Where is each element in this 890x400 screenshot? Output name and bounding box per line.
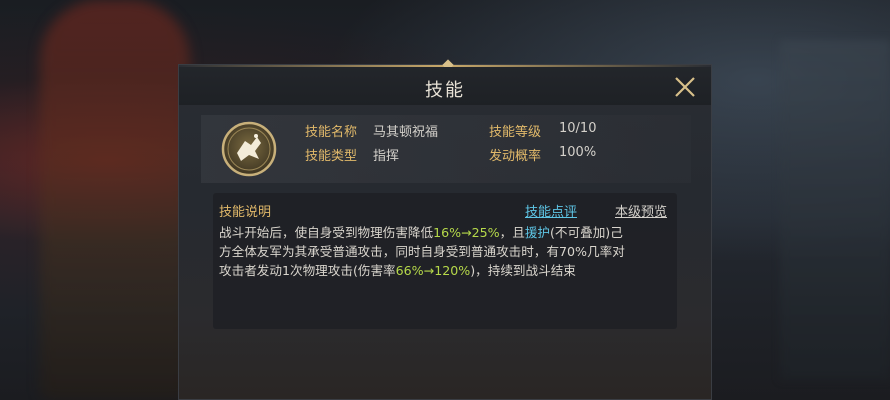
desc-line3-a: 攻击者发动1次物理攻击(伤害率 [219, 263, 396, 278]
skill-chance-value: 100% [559, 145, 597, 160]
close-icon [675, 77, 695, 97]
skill-level-label: 技能等级 [489, 125, 542, 140]
skill-emblem-icon [221, 121, 277, 177]
desc-line1-c: (不可叠加)己 [550, 225, 623, 240]
cover-keyword[interactable]: 援护 [525, 225, 550, 240]
dialog-title-bar: 技能 [179, 67, 711, 105]
desc-line3-b: )，持续到战斗结束 [470, 263, 576, 278]
damage-rate-value: 66%→120% [395, 263, 471, 278]
desc-line1-a: 战斗开始后，使自身受到物理伤害降低 [219, 225, 434, 240]
skill-name-value: 马其顿祝福 [373, 125, 439, 140]
background-scenery [780, 40, 890, 380]
level-preview-link[interactable]: 本级预览 [615, 201, 667, 220]
skill-type-value: 指挥 [373, 149, 400, 164]
skill-dialog: 技能 技能名称 马其顿祝福 技能等级 10/10 技能类型 指挥 发动概率 10… [178, 59, 712, 400]
skill-name-label: 技能名称 [305, 125, 358, 140]
close-button[interactable] [673, 75, 697, 99]
skill-review-link[interactable]: 技能点评 [525, 201, 577, 220]
damage-reduction-value: 16%→25% [433, 225, 500, 240]
background-character [40, 0, 190, 400]
dialog-title: 技能 [425, 80, 465, 101]
skill-type-label: 技能类型 [305, 149, 358, 164]
skill-level-value: 10/10 [559, 121, 597, 136]
desc-line2: 方全体友军为其承受普通攻击，同时自身受到普通攻击时，有70%几率对 [219, 244, 625, 259]
skill-chance-label: 发动概率 [489, 149, 542, 164]
skill-description-panel: 技能说明 技能点评 本级预览 战斗开始后，使自身受到物理伤害降低16%→25%，… [213, 193, 677, 329]
description-title: 技能说明 [219, 205, 272, 220]
desc-line1-b: ，且 [499, 225, 525, 240]
description-text: 战斗开始后，使自身受到物理伤害降低16%→25%，且援护(不可叠加)己 方全体友… [219, 223, 673, 280]
